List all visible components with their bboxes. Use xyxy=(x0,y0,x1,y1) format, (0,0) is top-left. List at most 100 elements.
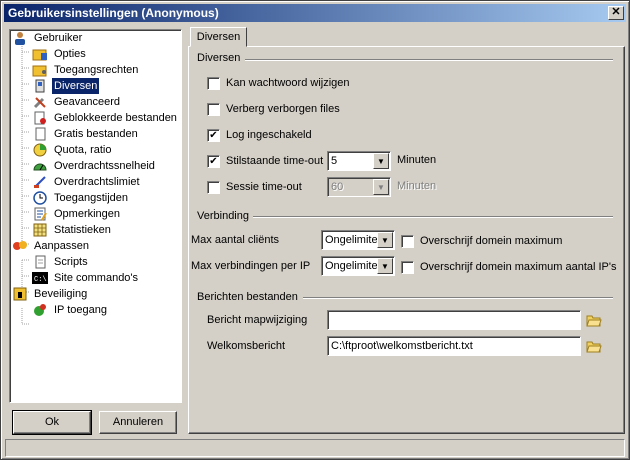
tree-item-label: Toegangstijden xyxy=(54,192,129,204)
tree-item-label: Geblokkeerde bestanden xyxy=(54,112,177,124)
log-enabled-label: Log ingeschakeld xyxy=(226,129,312,141)
folder-key-icon xyxy=(32,62,48,78)
clock-icon xyxy=(32,190,48,206)
chevron-down-icon: ▼ xyxy=(373,179,389,195)
session-timeout-unit: Minuten xyxy=(397,180,437,192)
group-divider xyxy=(245,59,613,61)
tree-item-scripts[interactable]: Scripts xyxy=(32,254,90,270)
tree-item-gratis-bestanden[interactable]: Gratis bestanden xyxy=(32,126,140,142)
chevron-down-icon[interactable]: ▼ xyxy=(377,258,393,274)
tree-item-diversen[interactable]: Diversen xyxy=(32,78,100,94)
tree-item-label: Toegangsrechten xyxy=(54,64,139,76)
tree-item-geblokkeerde-bestanden[interactable]: Geblokkeerde bestanden xyxy=(32,110,179,126)
file-icon xyxy=(32,126,48,142)
quota-icon xyxy=(32,142,48,158)
hide-hidden-row[interactable]: Verberg verborgen files xyxy=(207,101,340,117)
max-per-ip-label: Max verbindingen per IP xyxy=(191,260,311,272)
session-timeout-select: 60 ▼ xyxy=(327,177,391,197)
limit-icon xyxy=(32,174,48,190)
tree-item-label: Quota, ratio xyxy=(54,144,112,156)
tree-item-label: Scripts xyxy=(54,256,88,268)
idle-timeout-select[interactable]: 5 ▼ xyxy=(327,151,391,171)
max-clients-value: Ongelimiteerd xyxy=(325,234,377,246)
blocked-file-icon xyxy=(32,110,48,126)
tab-diversen[interactable]: Diversen xyxy=(190,27,247,47)
security-icon xyxy=(12,286,28,302)
speed-gauge-icon xyxy=(32,158,48,174)
notes-icon xyxy=(32,206,48,222)
log-enabled-row[interactable]: ✔ Log ingeschakeld xyxy=(207,127,312,143)
change-password-checkbox[interactable] xyxy=(207,76,220,90)
idle-timeout-value: 5 xyxy=(331,155,338,167)
group-divider xyxy=(303,297,613,299)
chevron-down-icon[interactable]: ▼ xyxy=(377,232,393,248)
idle-timeout-unit: Minuten xyxy=(397,154,437,166)
welcome-input[interactable]: C:\ftproot\welkomstbericht.txt xyxy=(327,336,581,356)
ip-access-icon xyxy=(32,302,48,318)
group-title-diversen: Diversen xyxy=(197,52,245,64)
tree-item-aanpassen[interactable]: Aanpassen xyxy=(12,238,91,254)
max-per-ip-select[interactable]: Ongelimiteerd ▼ xyxy=(321,256,395,276)
tree-item-opties[interactable]: Opties xyxy=(32,46,88,62)
tree-item-statistieken[interactable]: Statistieken xyxy=(32,222,113,238)
max-clients-select[interactable]: Ongelimiteerd ▼ xyxy=(321,230,395,250)
folder-options-icon xyxy=(32,46,48,62)
tree-item-label: Beveiliging xyxy=(34,288,88,300)
stats-icon xyxy=(32,222,48,238)
tree-item-gebruiker[interactable]: Gebruiker xyxy=(12,30,84,46)
max-per-ip-override-label: Overschrijf domein maximum aantal IP's xyxy=(420,261,617,273)
device-icon xyxy=(32,78,48,94)
tree-item-overdrachtslimiet[interactable]: Overdrachtslimiet xyxy=(32,174,142,190)
user-icon xyxy=(12,30,28,46)
browse-folder-icon[interactable] xyxy=(585,311,603,329)
log-enabled-checkbox[interactable]: ✔ xyxy=(207,128,220,142)
close-button[interactable]: ✕ xyxy=(608,6,624,20)
tree-item-overdrachtssnelheid[interactable]: Overdrachtssnelheid xyxy=(32,158,157,174)
change-password-row[interactable]: Kan wachtwoord wijzigen xyxy=(207,75,350,91)
tree-item-label: Aanpassen xyxy=(34,240,90,252)
change-password-label: Kan wachtwoord wijzigen xyxy=(226,77,350,89)
group-divider xyxy=(253,216,613,218)
cancel-button[interactable]: Annuleren xyxy=(99,411,177,434)
max-per-ip-override-checkbox[interactable] xyxy=(401,260,414,274)
tree-item-label: Gratis bestanden xyxy=(54,128,138,140)
max-clients-override-checkbox[interactable] xyxy=(401,234,414,248)
tree-item-toegangsrechten[interactable]: Toegangsrechten xyxy=(32,62,140,78)
max-clients-label: Max aantal cliënts xyxy=(191,234,280,246)
chevron-down-icon[interactable]: ▼ xyxy=(373,153,389,169)
max-per-ip-value: Ongelimiteerd xyxy=(325,260,377,272)
settings-tree[interactable]: Gebruiker Opties Toegangsrechten Diverse… xyxy=(9,29,182,403)
tree-item-quota-ratio[interactable]: Quota, ratio xyxy=(32,142,113,158)
session-timeout-checkbox[interactable] xyxy=(207,180,220,194)
status-bar xyxy=(5,439,625,457)
tree-item-geavanceerd[interactable]: Geavanceerd xyxy=(32,94,122,110)
tree-item-label: Statistieken xyxy=(54,224,111,236)
max-clients-override-row[interactable]: Overschrijf domein maximum xyxy=(401,233,562,249)
tree-item-site-commandos[interactable]: C:\ Site commando's xyxy=(32,270,140,286)
session-timeout-label: Sessie time-out xyxy=(226,181,302,193)
session-timeout-value: 60 xyxy=(331,181,344,193)
dir-change-label: Bericht mapwijziging xyxy=(207,314,308,326)
title-bar: Gebruikersinstellingen (Anonymous) ✕ xyxy=(4,4,626,22)
svg-text:C:\: C:\ xyxy=(34,276,47,284)
tree-item-label: Overdrachtssnelheid xyxy=(54,160,155,172)
max-per-ip-override-row[interactable]: Overschrijf domein maximum aantal IP's xyxy=(401,259,617,275)
ok-button[interactable]: Ok xyxy=(12,410,92,435)
script-file-icon xyxy=(32,254,48,270)
group-title-verbinding: Verbinding xyxy=(197,210,253,222)
tree-item-label: Geavanceerd xyxy=(54,96,121,108)
tree-item-label: Opties xyxy=(54,48,86,60)
group-title-berichten: Berichten bestanden xyxy=(197,291,302,303)
idle-timeout-checkbox[interactable]: ✔ xyxy=(207,154,220,168)
idle-timeout-row[interactable]: ✔ Stilstaande time-out xyxy=(207,153,323,169)
tree-item-label: IP toegang xyxy=(54,304,108,316)
session-timeout-row[interactable]: Sessie time-out xyxy=(207,179,302,195)
tree-item-toegangstijden[interactable]: Toegangstijden xyxy=(32,190,130,206)
tree-item-opmerkingen[interactable]: Opmerkingen xyxy=(32,206,122,222)
tree-item-ip-toegang[interactable]: IP toegang xyxy=(32,302,109,318)
tree-item-beveiliging[interactable]: Beveiliging xyxy=(12,286,89,302)
dir-change-input[interactable] xyxy=(327,310,581,330)
tree-item-label: Gebruiker xyxy=(34,32,83,44)
browse-folder-icon[interactable] xyxy=(585,337,603,355)
hide-hidden-checkbox[interactable] xyxy=(207,102,220,116)
